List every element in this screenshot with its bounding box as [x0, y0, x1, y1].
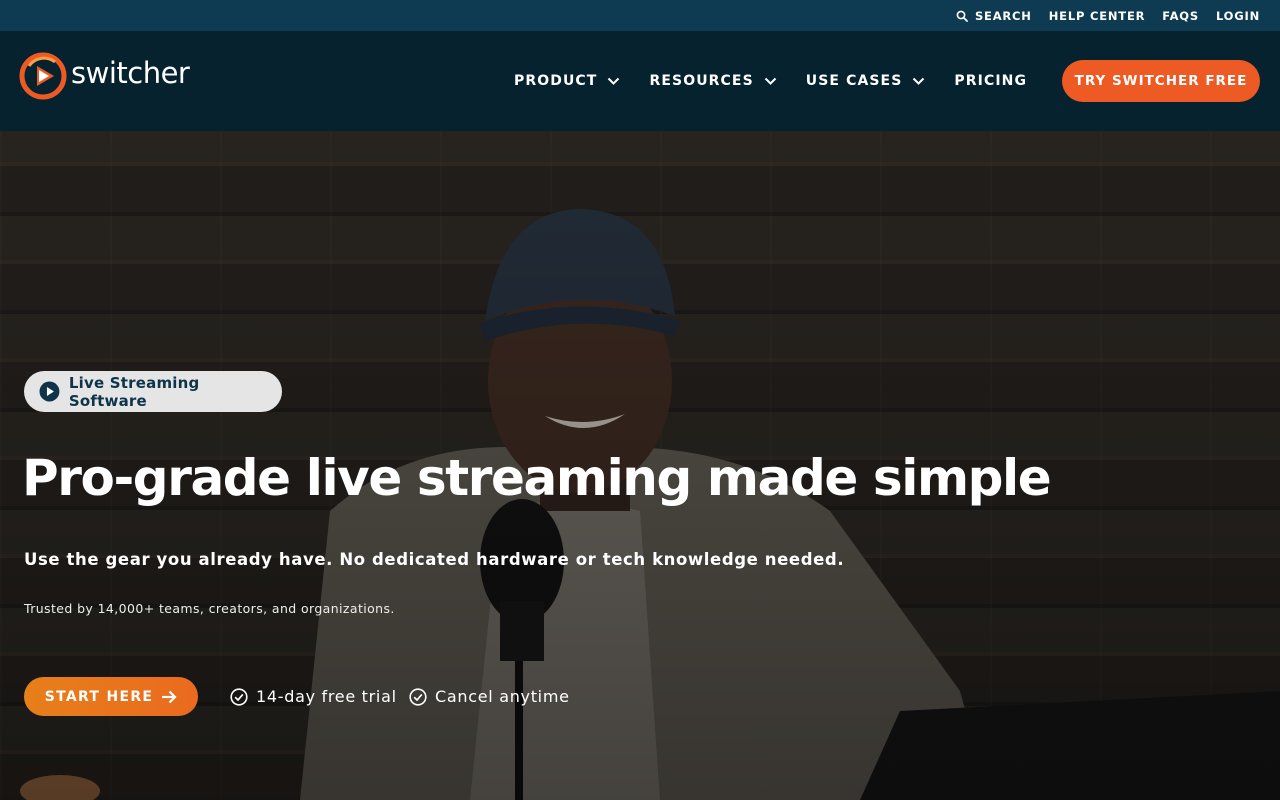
feature-cancel-anytime-label: Cancel anytime [435, 687, 570, 706]
login-link[interactable]: LOGIN [1216, 9, 1260, 23]
faqs-link[interactable]: FAQS [1162, 9, 1199, 23]
nav-resources-label: RESOURCES [649, 73, 754, 89]
feature-free-trial-label: 14-day free trial [256, 687, 397, 706]
switcher-logo[interactable]: switcher [19, 52, 190, 100]
start-here-label: START HERE [44, 688, 154, 705]
main-header: switcher PRODUCT RESOURCES USE CASES PRI… [0, 31, 1280, 131]
search-link[interactable]: SEARCH [956, 9, 1032, 23]
feature-cancel-anytime: Cancel anytime [409, 687, 570, 706]
nav-product-label: PRODUCT [514, 73, 598, 89]
try-switcher-free-button[interactable]: TRY SWITCHER FREE [1062, 60, 1260, 102]
search-label: SEARCH [974, 8, 1032, 23]
hero-section: Live Streaming Software Pro-grade live s… [0, 131, 1280, 800]
chevron-down-icon [608, 77, 620, 85]
category-badge: Live Streaming Software [24, 371, 282, 412]
start-here-button[interactable]: START HERE [24, 677, 198, 716]
search-icon [956, 10, 968, 22]
chevron-down-icon [913, 77, 925, 85]
nav-use-cases[interactable]: USE CASES [806, 73, 926, 89]
trust-line: Trusted by 14,000+ teams, creators, and … [24, 601, 395, 616]
nav-pricing-label: PRICING [954, 73, 1028, 89]
nav-product[interactable]: PRODUCT [514, 73, 620, 89]
utility-bar: SEARCH HELP CENTER FAQS LOGIN [0, 0, 1280, 31]
nav-resources[interactable]: RESOURCES [649, 73, 776, 89]
switcher-logo-icon [19, 52, 67, 100]
help-center-link[interactable]: HELP CENTER [1049, 9, 1146, 23]
main-nav: PRODUCT RESOURCES USE CASES PRICING [514, 31, 1027, 131]
arrow-right-icon [162, 690, 177, 703]
check-circle-icon [409, 687, 427, 706]
brand-name: switcher [71, 56, 190, 90]
feature-free-trial: 14-day free trial [230, 687, 397, 706]
hero-subhead: Use the gear you already have. No dedica… [24, 550, 845, 569]
chevron-down-icon [764, 77, 776, 85]
badge-label: Live Streaming Software [68, 373, 200, 410]
play-circle-icon [39, 381, 60, 402]
check-circle-icon [230, 687, 248, 706]
nav-pricing[interactable]: PRICING [954, 73, 1027, 89]
hero-headline: Pro-grade live streaming made simple [22, 449, 1052, 507]
nav-use-cases-label: USE CASES [805, 73, 903, 89]
